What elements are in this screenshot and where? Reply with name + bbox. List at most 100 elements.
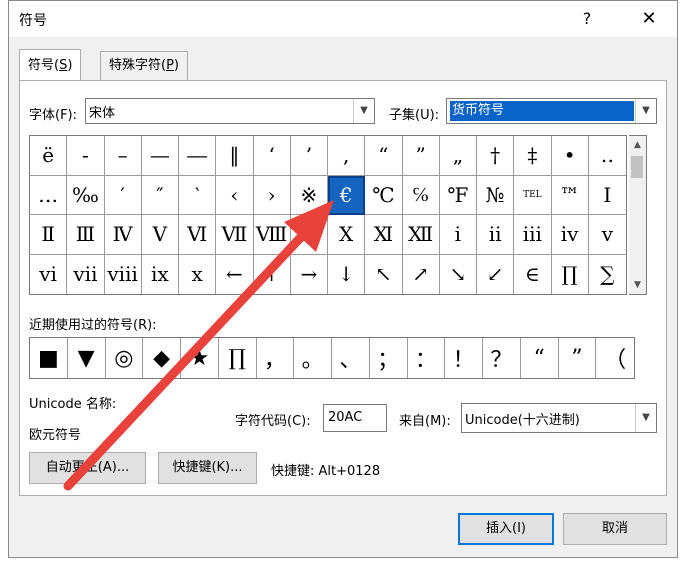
symbol-cell[interactable]: ↑ bbox=[254, 254, 291, 294]
recent-symbol-cell[interactable]: ” bbox=[559, 338, 597, 378]
subset-select[interactable]: 货币符号 ▼ bbox=[446, 98, 657, 124]
symbol-grid-scrollbar[interactable]: ▲ ▼ bbox=[629, 135, 647, 295]
symbol-cell[interactable]: ’ bbox=[290, 136, 328, 176]
symbol-cell[interactable]: € bbox=[328, 175, 366, 215]
symbol-cell[interactable]: ⅸ bbox=[142, 254, 179, 294]
symbol-cell[interactable]: Ⅺ bbox=[365, 215, 403, 255]
symbol-cell[interactable]: № bbox=[477, 175, 515, 215]
symbol-cell[interactable]: ↖ bbox=[365, 254, 403, 294]
symbol-cell[interactable]: Ⅱ bbox=[30, 215, 68, 255]
recent-symbol-cell[interactable]: ∏ bbox=[219, 338, 257, 378]
symbol-cell[interactable]: Ⅵ bbox=[179, 215, 217, 255]
chevron-down-icon[interactable]: ▼ bbox=[635, 404, 656, 432]
symbol-cell[interactable]: ‖ bbox=[216, 136, 254, 176]
symbol-cell[interactable]: ℅ bbox=[402, 175, 440, 215]
symbol-cell[interactable]: ⅰ bbox=[439, 215, 477, 255]
symbol-cell[interactable]: ※ bbox=[290, 175, 328, 215]
shortcut-key-button[interactable]: 快捷键(K)... bbox=[158, 452, 257, 484]
recent-symbol-cell[interactable]: 、 bbox=[332, 338, 370, 378]
symbol-cell[interactable]: › bbox=[253, 175, 291, 215]
symbol-cell[interactable]: Ⅳ bbox=[104, 215, 142, 255]
symbol-cell[interactable]: ™ bbox=[551, 175, 589, 215]
symbol-cell[interactable]: ‹ bbox=[216, 175, 254, 215]
symbol-cell[interactable]: Ⅹ bbox=[328, 215, 366, 255]
cancel-button[interactable]: 取消 bbox=[563, 513, 667, 545]
insert-button[interactable]: 插入(I) bbox=[458, 513, 554, 545]
symbol-cell[interactable]: ↓ bbox=[328, 254, 366, 294]
symbol-cell[interactable]: † bbox=[477, 136, 515, 176]
symbol-cell[interactable]: ‵ bbox=[179, 175, 217, 215]
symbol-cell[interactable]: Ⅲ bbox=[67, 215, 105, 255]
subset-select-value: 货币符号 bbox=[450, 101, 634, 121]
symbol-cell[interactable]: ℃ bbox=[365, 175, 403, 215]
font-select[interactable]: 宋体 ▼ bbox=[85, 98, 375, 124]
symbol-cell[interactable]: ⅱ bbox=[477, 215, 515, 255]
symbol-cell[interactable]: • bbox=[551, 136, 589, 176]
symbol-cell[interactable]: ” bbox=[402, 136, 440, 176]
recent-symbol-cell[interactable]: ： bbox=[408, 338, 446, 378]
symbol-cell[interactable]: ′ bbox=[104, 175, 142, 215]
help-button[interactable]: ? bbox=[575, 7, 599, 31]
symbol-cell[interactable]: ‥ bbox=[588, 136, 626, 176]
close-button[interactable]: ✕ bbox=[635, 7, 663, 31]
symbol-cell[interactable]: ℉ bbox=[439, 175, 477, 215]
symbol-cell[interactable]: ∈ bbox=[514, 254, 552, 294]
recent-symbol-cell[interactable]: （ bbox=[596, 338, 634, 378]
recent-symbol-cell[interactable]: ▼ bbox=[68, 338, 106, 378]
symbol-cell[interactable]: - bbox=[67, 136, 105, 176]
recent-symbol-cell[interactable]: 。 bbox=[294, 338, 332, 378]
symbol-cell[interactable]: ⅴ bbox=[588, 215, 626, 255]
symbol-cell[interactable]: ⅹ bbox=[179, 254, 217, 294]
symbol-cell[interactable]: Ⅶ bbox=[216, 215, 254, 255]
symbol-cell[interactable]: ― bbox=[179, 136, 217, 176]
symbol-cell[interactable]: ⅵ bbox=[30, 254, 68, 294]
symbol-cell[interactable]: ë bbox=[30, 136, 68, 176]
symbol-cell[interactable]: Ⅸ bbox=[290, 215, 328, 255]
symbol-cell[interactable]: ⅶ bbox=[67, 254, 105, 294]
from-select[interactable]: Unicode(十六进制) ▼ bbox=[461, 403, 657, 433]
autocorrect-button[interactable]: 自动更正(A)... bbox=[29, 452, 146, 484]
symbol-cell[interactable]: ⅷ bbox=[105, 254, 142, 294]
scroll-down-icon[interactable]: ▼ bbox=[629, 276, 646, 294]
symbol-cell[interactable]: ″ bbox=[141, 175, 179, 215]
symbol-cell[interactable]: , bbox=[328, 136, 366, 176]
scroll-thumb[interactable] bbox=[631, 156, 643, 178]
symbol-cell[interactable]: ← bbox=[216, 254, 254, 294]
symbol-cell[interactable]: “ bbox=[365, 136, 403, 176]
symbol-cell[interactable]: → bbox=[291, 254, 328, 294]
recent-symbol-cell[interactable]: ◆ bbox=[143, 338, 181, 378]
symbol-cell[interactable]: ∏ bbox=[552, 254, 589, 294]
symbol-cell[interactable]: … bbox=[30, 175, 68, 215]
symbol-cell[interactable]: Ⅴ bbox=[141, 215, 179, 255]
recent-symbol-cell[interactable]: ， bbox=[257, 338, 295, 378]
symbol-cell[interactable]: TEL bbox=[514, 175, 552, 215]
symbol-cell[interactable]: ∑ bbox=[589, 255, 626, 295]
symbol-cell[interactable]: Ⅰ bbox=[588, 176, 626, 215]
symbol-cell[interactable]: ↙ bbox=[477, 254, 515, 294]
recent-symbol-cell[interactable]: ！ bbox=[445, 338, 483, 378]
symbol-cell[interactable]: Ⅻ bbox=[402, 215, 440, 255]
symbol-cell[interactable]: ‰ bbox=[67, 175, 105, 215]
symbol-cell[interactable]: — bbox=[141, 136, 179, 176]
recent-symbol-cell[interactable]: ★ bbox=[181, 338, 219, 378]
chevron-down-icon[interactable]: ▼ bbox=[353, 99, 374, 123]
symbol-cell[interactable]: ⅲ bbox=[514, 215, 552, 255]
symbol-cell[interactable]: ↗ bbox=[403, 254, 440, 294]
recent-symbol-cell[interactable]: ■ bbox=[30, 338, 68, 378]
recent-symbol-cell[interactable]: “ bbox=[521, 338, 559, 378]
chevron-down-icon[interactable]: ▼ bbox=[635, 99, 656, 123]
symbol-cell[interactable]: Ⅷ bbox=[253, 215, 291, 255]
symbol-cell[interactable]: „ bbox=[439, 136, 477, 176]
tab-symbols[interactable]: 符号(S) bbox=[19, 49, 82, 80]
symbol-cell[interactable]: ‘ bbox=[253, 136, 291, 176]
scroll-up-icon[interactable]: ▲ bbox=[629, 136, 646, 154]
recent-symbol-cell[interactable]: ◎ bbox=[106, 338, 144, 378]
char-code-input[interactable]: 20AC bbox=[323, 404, 387, 432]
symbol-cell[interactable]: ↘ bbox=[440, 254, 477, 294]
recent-symbol-cell[interactable]: ？ bbox=[483, 338, 521, 378]
tab-special-characters[interactable]: 特殊字符(P) bbox=[100, 51, 188, 80]
recent-symbol-cell[interactable]: ； bbox=[370, 338, 408, 378]
symbol-cell[interactable]: ‡ bbox=[514, 136, 552, 176]
symbol-cell[interactable]: – bbox=[104, 136, 142, 176]
symbol-cell[interactable]: ⅳ bbox=[551, 215, 589, 255]
